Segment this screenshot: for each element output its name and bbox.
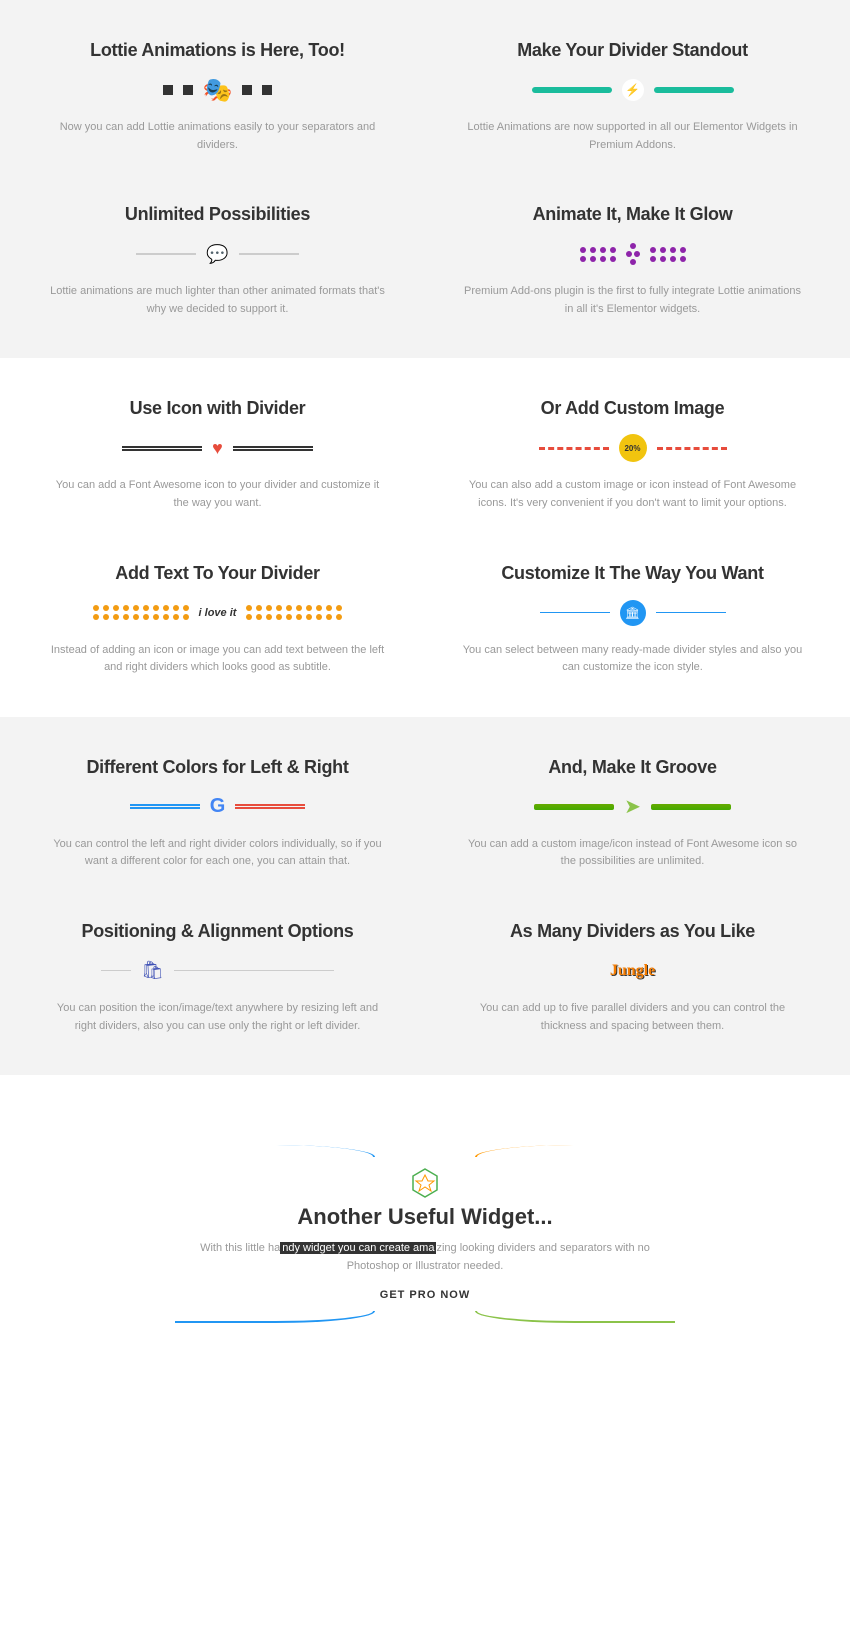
- card-groove: And, Make It Groove ➤ You can add a cust…: [445, 757, 820, 871]
- divider-bars: ⚡: [445, 75, 820, 105]
- divider-jungle: Jungle: [445, 956, 820, 986]
- card-title: Use Icon with Divider: [30, 398, 405, 419]
- card-desc: You can add a custom image/icon instead …: [463, 836, 803, 871]
- bar-left: [532, 87, 612, 93]
- square-icon: [183, 85, 193, 95]
- square-icon: [262, 85, 272, 95]
- square-icon: [242, 85, 252, 95]
- line-right: [239, 253, 299, 255]
- card-desc: You can also add a custom image or icon …: [463, 477, 803, 512]
- bolt-icon: ⚡: [622, 79, 644, 101]
- dash-left: [539, 447, 609, 450]
- card-desc: Now you can add Lottie animations easily…: [48, 119, 388, 154]
- star-hex-icon: [409, 1167, 441, 1199]
- card-title: Customize It The Way You Want: [445, 563, 820, 584]
- divider-squares: 🎭: [30, 75, 405, 105]
- card-lottie: Lottie Animations is Here, Too! 🎭 Now yo…: [30, 40, 405, 154]
- groove-right: [651, 804, 731, 810]
- card-icon-divider: Use Icon with Divider ♥ You can add a Fo…: [30, 398, 405, 512]
- bank-icon: 🏛: [620, 600, 646, 626]
- card-desc: You can select between many ready-made d…: [463, 642, 803, 677]
- divider-text-label: i love it: [199, 607, 237, 619]
- footer-desc: With this little handy widget you can cr…: [175, 1240, 675, 1275]
- thin-line-left: [540, 612, 610, 613]
- divider-badge: 20%: [445, 433, 820, 463]
- section-icon: Use Icon with Divider ♥ You can add a Fo…: [0, 358, 850, 716]
- dash-right: [657, 447, 727, 450]
- long-line-right: [174, 970, 334, 971]
- line-left: [136, 253, 196, 255]
- google-icon: G: [210, 795, 226, 818]
- groove-left: [534, 804, 614, 810]
- divider-purple-dots: [445, 239, 820, 269]
- dot-grid: [580, 247, 616, 262]
- arc-top-right: [475, 1145, 675, 1157]
- cursor-icon: ➤: [624, 794, 641, 819]
- section-colors: Different Colors for Left & Right G You …: [0, 717, 850, 1075]
- card-desc: You can add a Font Awesome icon to your …: [48, 477, 388, 512]
- footer-cta: Another Useful Widget... With this littl…: [145, 1075, 705, 1393]
- footer-title: Another Useful Widget...: [175, 1204, 675, 1230]
- shopping-bag-icon: 🛍: [141, 960, 164, 981]
- arc-bottom: [175, 1311, 675, 1323]
- card-title: And, Make It Groove: [445, 757, 820, 778]
- divider-google: G: [30, 792, 405, 822]
- card-colors: Different Colors for Left & Right G You …: [30, 757, 405, 871]
- theater-mask-icon: 🎭: [203, 76, 233, 105]
- divider-text: i love it: [30, 598, 405, 628]
- card-title: Animate It, Make It Glow: [445, 204, 820, 225]
- highlighted-text: ndy widget you can create ama: [280, 1242, 436, 1254]
- arc-top: [175, 1145, 675, 1157]
- dot-grid: [650, 247, 686, 262]
- square-icon: [163, 85, 173, 95]
- section-lottie: Lottie Animations is Here, Too! 🎭 Now yo…: [0, 0, 850, 358]
- get-pro-button[interactable]: GET PRO NOW: [175, 1289, 675, 1301]
- card-glow: Animate It, Make It Glow Premium Add-ons…: [445, 204, 820, 318]
- card-customize: Customize It The Way You Want 🏛 You can …: [445, 563, 820, 677]
- red-line-right: [235, 804, 305, 809]
- card-title: Unlimited Possibilities: [30, 204, 405, 225]
- divider-heart: ♥: [30, 433, 405, 463]
- card-standout: Make Your Divider Standout ⚡ Lottie Anim…: [445, 40, 820, 154]
- card-title: Positioning & Alignment Options: [30, 921, 405, 942]
- short-line-left: [101, 970, 131, 971]
- card-custom-image: Or Add Custom Image 20% You can also add…: [445, 398, 820, 512]
- dot-grid: [93, 605, 189, 620]
- card-title: Make Your Divider Standout: [445, 40, 820, 61]
- card-desc: Lottie animations are much lighter than …: [48, 283, 388, 318]
- card-title: As Many Dividers as You Like: [445, 921, 820, 942]
- card-unlimited: Unlimited Possibilities 💬 Lottie animati…: [30, 204, 405, 318]
- arc-top-left: [175, 1145, 375, 1157]
- card-many: As Many Dividers as You Like Jungle You …: [445, 921, 820, 1035]
- blue-line-left: [130, 804, 200, 809]
- divider-chat: 💬: [30, 239, 405, 269]
- heart-icon: ♥: [212, 438, 223, 459]
- bar-right: [654, 87, 734, 93]
- card-positioning: Positioning & Alignment Options 🛍 You ca…: [30, 921, 405, 1035]
- card-desc: You can add up to five parallel dividers…: [463, 1000, 803, 1035]
- divider-circle: 🏛: [445, 598, 820, 628]
- card-text-divider: Add Text To Your Divider i love it Inste…: [30, 563, 405, 677]
- discount-badge-icon: 20%: [619, 434, 647, 462]
- card-desc: Premium Add-ons plugin is the first to f…: [463, 283, 803, 318]
- card-desc: Instead of adding an icon or image you c…: [48, 642, 388, 677]
- double-line-right: [233, 446, 313, 451]
- card-title: Lottie Animations is Here, Too!: [30, 40, 405, 61]
- double-line-left: [122, 446, 202, 451]
- card-title: Or Add Custom Image: [445, 398, 820, 419]
- divider-groove: ➤: [445, 792, 820, 822]
- card-desc: You can position the icon/image/text any…: [48, 1000, 388, 1035]
- dot-grid: [246, 605, 342, 620]
- card-desc: You can control the left and right divid…: [48, 836, 388, 871]
- arc-bottom-left: [175, 1311, 375, 1323]
- divider-bag: 🛍: [30, 956, 405, 986]
- card-title: Different Colors for Left & Right: [30, 757, 405, 778]
- thin-line-right: [656, 612, 726, 613]
- chat-icon: 💬: [206, 244, 228, 265]
- arc-bottom-right: [475, 1311, 675, 1323]
- card-title: Add Text To Your Divider: [30, 563, 405, 584]
- diamond-icon: [626, 243, 640, 265]
- jungle-text-icon: Jungle: [610, 962, 655, 980]
- card-desc: Lottie Animations are now supported in a…: [463, 119, 803, 154]
